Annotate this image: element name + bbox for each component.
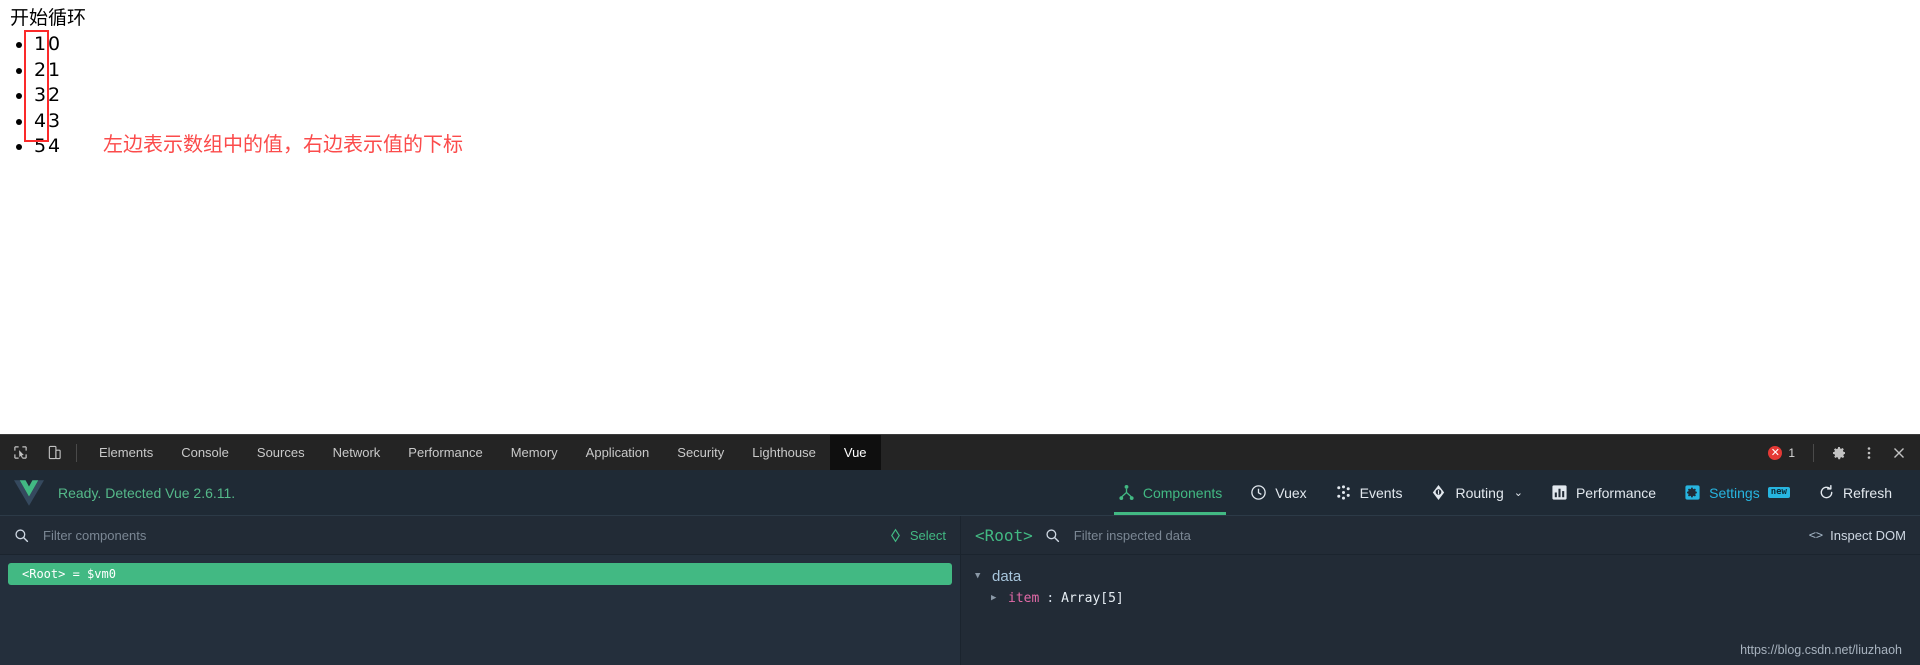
list-item-value: 1: [34, 33, 47, 55]
devtools-toolbar-right: ✕ 1: [1764, 435, 1914, 470]
vue-nav-settings[interactable]: Settings new: [1670, 470, 1804, 515]
list-item-value: 5: [34, 135, 47, 158]
list-item-index: 1: [48, 58, 61, 81]
inspect-element-icon[interactable]: [6, 440, 34, 466]
tab-vue[interactable]: Vue: [829, 435, 881, 470]
tab-memory[interactable]: Memory: [497, 435, 572, 470]
list-item: 32: [34, 83, 60, 109]
events-icon: [1336, 485, 1350, 500]
list-item: 21: [34, 58, 60, 84]
component-tree-pane: Select <Root> = $vm0: [0, 516, 961, 665]
vue-panel-header: Ready. Detected Vue 2.6.11. Components V…: [0, 470, 1920, 516]
inspected-component-label: <Root>: [975, 525, 1033, 545]
vue-nav-label: Routing: [1455, 484, 1504, 501]
list-item: 10: [34, 32, 60, 58]
routing-icon: [1433, 484, 1445, 501]
performance-icon: [1552, 485, 1567, 500]
new-badge: new: [1767, 486, 1790, 499]
triangle-right-icon: ▶: [991, 593, 997, 603]
vue-nav: Components Vuex Events Routing ⌄ Perform…: [1104, 470, 1906, 515]
inspected-data-pane: <Root> <> Inspect DOM ▼ data: [961, 516, 1920, 665]
data-item-value: Array[5]: [1061, 590, 1124, 606]
vue-panel-body: Select <Root> = $vm0 <Root>: [0, 516, 1920, 665]
list-item: 43: [34, 109, 60, 135]
vuex-icon: [1251, 485, 1267, 500]
vue-nav-label: Components: [1142, 484, 1223, 501]
browser-viewport: 开始循环 10 21 32 43 54 左边表示数组中的值，右边表示值的下标: [0, 0, 1920, 434]
vue-nav-events[interactable]: Events: [1321, 470, 1417, 515]
component-name: <Root> = $vm0: [22, 567, 116, 581]
tab-application[interactable]: Application: [572, 435, 664, 470]
component-tree: <Root> = $vm0: [0, 555, 960, 665]
device-toolbar-icon[interactable]: [40, 440, 68, 466]
settings-icon: [1685, 485, 1700, 500]
data-item-item[interactable]: ▶ item : Array[5]: [975, 587, 1920, 609]
components-icon: [1119, 484, 1134, 501]
watermark-url: https://blog.csdn.net/liuzhaoh: [1740, 643, 1902, 657]
error-icon: ✕: [1768, 445, 1783, 460]
annotation-text: 左边表示数组中的值，右边表示值的下标: [103, 132, 463, 156]
loop-output-list: 10 21 32 43 54: [0, 32, 60, 160]
triangle-down-icon: ▼: [975, 571, 981, 581]
close-icon[interactable]: [1884, 438, 1914, 468]
vue-nav-refresh[interactable]: Refresh: [1804, 470, 1906, 515]
filter-components-input[interactable]: [41, 526, 888, 544]
vue-nav-label: Settings: [1709, 484, 1760, 501]
data-item-colon: :: [1046, 590, 1055, 606]
error-count: 1: [1788, 445, 1795, 460]
tab-elements[interactable]: Elements: [85, 435, 167, 470]
vue-logo-icon: [14, 479, 44, 506]
vue-nav-label: Events: [1359, 484, 1403, 501]
code-brackets-icon: <>: [1808, 528, 1824, 542]
tab-console[interactable]: Console: [167, 435, 243, 470]
data-group-data[interactable]: ▼ data: [975, 565, 1920, 587]
page-heading: 开始循环: [10, 7, 87, 29]
inspect-dom-button[interactable]: <> Inspect DOM: [1809, 528, 1906, 543]
gear-icon[interactable]: [1824, 438, 1854, 468]
error-count-badge[interactable]: ✕ 1: [1764, 444, 1803, 462]
devtools-window: Elements Console Sources Network Perform…: [0, 434, 1920, 665]
list-item-index: 3: [48, 109, 61, 132]
data-group-label: data: [992, 567, 1022, 585]
tab-lighthouse[interactable]: Lighthouse: [738, 435, 830, 470]
vue-nav-routing[interactable]: Routing ⌄: [1416, 470, 1536, 515]
component-tree-row-root[interactable]: <Root> = $vm0: [8, 563, 952, 585]
list-item-value: 2: [34, 58, 47, 81]
component-filter-bar: Select: [0, 516, 960, 555]
target-icon: [890, 528, 900, 542]
vue-devtools-panel: Ready. Detected Vue 2.6.11. Components V…: [0, 470, 1920, 665]
list-item-index: 2: [48, 84, 61, 107]
tab-network[interactable]: Network: [319, 435, 395, 470]
vue-nav-vuex[interactable]: Vuex: [1236, 470, 1320, 515]
list-item-index: 0: [48, 33, 61, 55]
search-icon: [15, 528, 29, 542]
list-item: 54: [34, 134, 60, 160]
more-options-icon[interactable]: [1854, 438, 1884, 468]
refresh-icon: [1820, 484, 1833, 499]
devtools-toolbar: Elements Console Sources Network Perform…: [0, 435, 1920, 471]
chevron-down-icon: ⌄: [1513, 487, 1523, 499]
vue-status-text: Ready. Detected Vue 2.6.11.: [58, 484, 236, 501]
devtools-tab-strip: Elements Console Sources Network Perform…: [85, 435, 881, 470]
search-icon: [1046, 528, 1059, 542]
data-item-key: item: [1008, 590, 1040, 606]
vue-nav-label: Vuex: [1275, 484, 1307, 501]
inspect-dom-label: Inspect DOM: [1830, 527, 1906, 543]
toolbar-divider: [1813, 443, 1814, 462]
list-item-value: 3: [34, 84, 47, 107]
list-item-index: 4: [48, 135, 61, 158]
tab-security[interactable]: Security: [663, 435, 738, 470]
toolbar-divider: [76, 443, 77, 462]
filter-inspected-data-input[interactable]: [1071, 526, 1809, 544]
vue-nav-performance[interactable]: Performance: [1537, 470, 1670, 515]
inspected-data-toolbar: <Root> <> Inspect DOM: [961, 516, 1920, 555]
vue-nav-label: Refresh: [1842, 484, 1892, 501]
list-item-value: 4: [34, 109, 47, 132]
tab-performance[interactable]: Performance: [394, 435, 496, 470]
tab-sources[interactable]: Sources: [243, 435, 319, 470]
vue-nav-label: Performance: [1575, 484, 1657, 501]
select-label: Select: [909, 527, 946, 543]
select-component-button[interactable]: Select: [888, 528, 946, 543]
vue-nav-components[interactable]: Components: [1104, 470, 1236, 515]
